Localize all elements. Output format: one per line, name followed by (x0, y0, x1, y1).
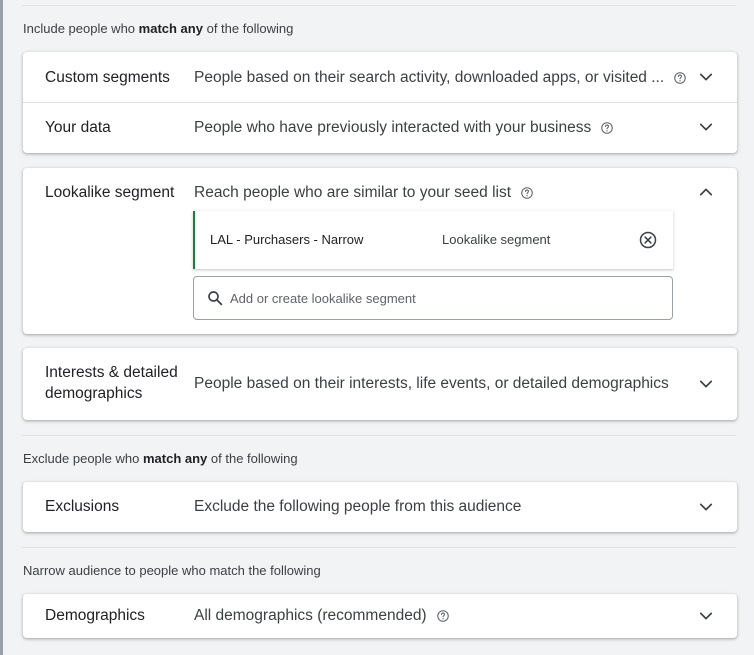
your-data-row[interactable]: Your data People who have previously int… (23, 102, 737, 153)
segment-name: LAL - Purchasers - Narrow (210, 232, 364, 247)
narrow-heading: Narrow audience to people who match the … (23, 563, 321, 578)
your-data-description-text: People who have previously interacted wi… (194, 119, 592, 136)
exclude-heading-bold: match any (142, 451, 208, 466)
exclude-heading-prefix: Exclude people who (23, 451, 140, 466)
chevron-down-icon[interactable] (697, 68, 715, 86)
exclude-heading: Exclude people who match any of the foll… (23, 451, 298, 466)
lookalike-search-input[interactable] (230, 288, 650, 308)
section-divider (22, 547, 736, 548)
include-heading-suffix: of the following (206, 21, 294, 36)
your-data-description: People who have previously interacted wi… (194, 117, 614, 138)
demographics-title: Demographics (45, 607, 145, 624)
chevron-down-icon[interactable] (697, 607, 715, 625)
interests-title: Interests & detailed demographics (45, 364, 178, 402)
custom-segments-row[interactable]: Custom segments People based on their se… (23, 52, 737, 102)
left-edge-bar (0, 0, 3, 655)
lookalike-description-text: Reach people who are similar to your see… (194, 184, 512, 201)
custom-segments-description: People based on their search activity, d… (194, 67, 687, 88)
chevron-down-icon[interactable] (697, 498, 715, 516)
lookalike-description: Reach people who are similar to your see… (194, 182, 534, 203)
exclusions-description-text: Exclude the following people from this a… (194, 498, 522, 515)
help-circle-icon[interactable] (600, 121, 614, 135)
interests-description: People based on their interests, life ev… (194, 373, 669, 394)
help-circle-icon[interactable] (436, 609, 450, 623)
segment-type: Lookalike segment (442, 232, 551, 247)
include-heading: Include people who match any of the foll… (23, 21, 293, 36)
lookalike-search[interactable] (193, 276, 673, 320)
chevron-up-icon[interactable] (697, 183, 715, 201)
your-data-title: Your data (45, 119, 111, 136)
demographics-card[interactable]: Demographics All demographics (recommend… (23, 594, 737, 638)
search-icon (206, 289, 224, 307)
lookalike-card: Lookalike segment Reach people who are s… (23, 168, 737, 334)
custom-segments-description-text: People based on their search activity, d… (194, 69, 665, 86)
interests-description-text: People based on their interests, life ev… (194, 375, 669, 392)
help-circle-icon[interactable] (673, 71, 687, 85)
include-card: Custom segments People based on their se… (23, 52, 737, 153)
demographics-description: All demographics (recommended) (194, 605, 450, 626)
chevron-down-icon[interactable] (697, 118, 715, 136)
include-heading-prefix: Include people who (23, 21, 136, 36)
help-circle-icon[interactable] (520, 186, 534, 200)
exclusions-description: Exclude the following people from this a… (194, 496, 521, 517)
selected-lookalike-segment: LAL - Purchasers - Narrow Lookalike segm… (193, 211, 673, 269)
custom-segments-title: Custom segments (45, 69, 170, 86)
interests-card[interactable]: Interests & detailed demographics People… (23, 348, 737, 420)
exclude-heading-suffix: of the following (210, 451, 298, 466)
demographics-description-text: All demographics (recommended) (194, 607, 427, 624)
top-divider (22, 5, 736, 6)
cancel-circle-icon[interactable] (638, 230, 658, 250)
lookalike-title: Lookalike segment (45, 184, 175, 201)
exclusions-card[interactable]: Exclusions Exclude the following people … (23, 482, 737, 532)
include-heading-bold: match any (138, 21, 203, 36)
chevron-down-icon[interactable] (697, 375, 715, 393)
exclusions-title: Exclusions (45, 498, 120, 515)
section-divider (22, 435, 736, 436)
